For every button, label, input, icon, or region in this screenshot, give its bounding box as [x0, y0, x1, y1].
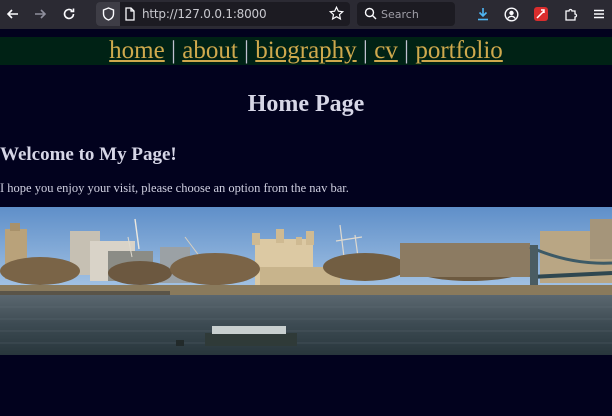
download-icon — [478, 8, 488, 21]
search-placeholder: Search — [381, 8, 419, 21]
back-arrow-icon — [6, 9, 18, 19]
tracking-protection-button[interactable] — [96, 2, 120, 26]
browser-toolbar: http://127.0.0.1:8000 Search — [0, 0, 612, 29]
puzzle-icon — [564, 8, 577, 21]
account-icon — [503, 6, 519, 22]
bookmark-star-icon[interactable] — [329, 6, 344, 21]
menu-button[interactable] — [588, 3, 610, 25]
nav-link-biography[interactable]: biography — [255, 37, 356, 64]
reload-button[interactable] — [58, 3, 80, 25]
forward-arrow-icon — [35, 9, 47, 19]
nav-link-about[interactable]: about — [182, 37, 238, 64]
nav-separator: | — [244, 37, 250, 64]
site-nav: home | about | biography | cv | portfoli… — [0, 37, 612, 65]
downloads-button[interactable] — [472, 3, 494, 25]
intro-text: I hope you enjoy your visit, please choo… — [0, 181, 349, 195]
page-info-icon[interactable] — [124, 7, 136, 21]
search-box[interactable]: Search — [357, 2, 455, 26]
reload-icon — [63, 8, 75, 20]
address-bar[interactable]: http://127.0.0.1:8000 — [96, 2, 350, 26]
search-icon — [364, 7, 377, 20]
hamburger-menu-icon — [594, 9, 604, 19]
nav-separator: | — [362, 37, 368, 64]
extension-button[interactable] — [530, 3, 552, 25]
panorama-image — [0, 207, 612, 355]
forward-button[interactable] — [29, 3, 51, 25]
nav-link-cv[interactable]: cv — [374, 37, 398, 64]
nav-link-home[interactable]: home — [109, 37, 165, 64]
back-button[interactable] — [2, 3, 24, 25]
account-button[interactable] — [500, 3, 522, 25]
page-title: Home Page — [247, 91, 365, 117]
shield-icon — [102, 7, 114, 21]
welcome-heading: Welcome to My Page! — [0, 144, 177, 165]
tower-of-london-panorama — [0, 207, 612, 355]
extensions-button[interactable] — [560, 3, 582, 25]
nav-link-portfolio[interactable]: portfolio — [415, 37, 503, 64]
nav-separator: | — [404, 37, 410, 64]
extension-red-icon — [534, 7, 548, 21]
nav-separator: | — [170, 37, 176, 64]
url-text[interactable]: http://127.0.0.1:8000 — [142, 7, 267, 21]
